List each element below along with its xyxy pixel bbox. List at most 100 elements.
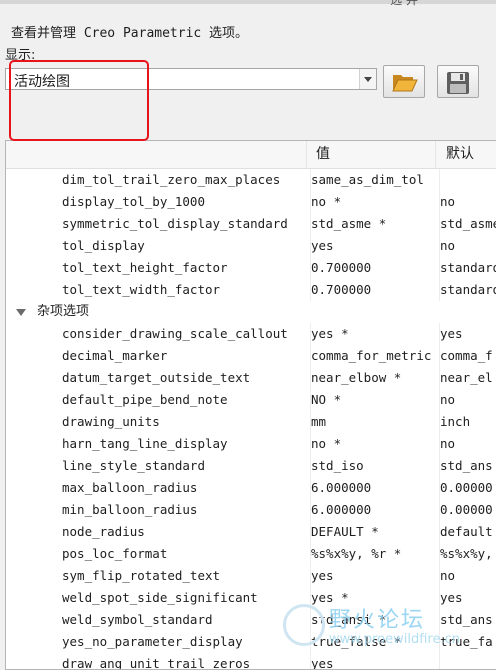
table-row[interactable]: harn_tang_line_display no * no	[6, 433, 496, 455]
option-default: near_el	[439, 367, 496, 389]
table-row[interactable]: consider_drawing_scale_callout yes * yes	[6, 323, 496, 345]
title-fragment: 选 并	[390, 0, 418, 7]
table-row[interactable]: datum_target_outside_text near_elbow * nea…	[6, 367, 496, 389]
table-row[interactable]: symmetric_tol_display_standard std_asme *…	[6, 213, 496, 235]
option-name: decimal_marker	[62, 348, 168, 363]
option-name: line_style_standard	[62, 458, 205, 473]
expand-triangle-icon[interactable]	[16, 309, 26, 316]
option-default: %s%x%y,	[439, 543, 496, 565]
option-default: 0.00000	[439, 499, 496, 521]
table-row[interactable]: tol_text_width_factor 0.700000 standard	[6, 279, 496, 301]
option-name: tol_text_width_factor	[62, 282, 221, 297]
option-name: datum_target_outside_text	[62, 370, 251, 385]
column-header-default[interactable]: 默认	[436, 141, 496, 168]
option-default: standard	[439, 279, 496, 301]
table-row[interactable]: sym_flip_rotated_text yes no	[6, 565, 496, 587]
option-default: default	[439, 521, 496, 543]
group-label: 杂项选项	[37, 304, 90, 319]
option-value: 0.700000	[310, 279, 437, 301]
option-value: std_ansi *	[310, 609, 437, 631]
table-row[interactable]: pos_loc_format %s%x%y, %r * %s%x%y,	[6, 543, 496, 565]
column-header-name[interactable]	[6, 141, 307, 168]
option-value: no *	[310, 433, 437, 455]
option-name: dim_tol_trail_zero_max_places	[62, 172, 281, 187]
table-row[interactable]: draw_ang_unit_trail_zeros yes	[6, 653, 496, 669]
table-row[interactable]: weld_symbol_standard std_ansi * std_ans	[6, 609, 496, 631]
table-row[interactable]: min_balloon_radius 6.000000 0.00000	[6, 499, 496, 521]
option-value: yes *	[310, 323, 437, 345]
chevron-down-icon[interactable]	[359, 69, 376, 89]
option-value: no *	[310, 191, 437, 213]
option-name: display_tol_by_1000	[62, 194, 205, 209]
option-name: harn_tang_line_display	[62, 436, 228, 451]
option-value: 0.700000	[310, 257, 437, 279]
option-name: symmetric_tol_display_standard	[62, 216, 288, 231]
option-name: consider_drawing_scale_callout	[62, 326, 288, 341]
option-name: pos_loc_format	[62, 546, 168, 561]
option-value: std_asme *	[310, 213, 437, 235]
option-value: yes	[310, 565, 437, 587]
option-name: max_balloon_radius	[62, 480, 198, 495]
table-row[interactable]: decimal_marker comma_for_metric comma_f	[6, 345, 496, 367]
option-default: 0.00000	[439, 477, 496, 499]
folder-open-icon	[392, 75, 418, 92]
option-default: std_ans	[439, 455, 496, 477]
option-value: std_iso	[310, 455, 437, 477]
option-default	[439, 653, 496, 669]
option-value: near_elbow *	[310, 367, 437, 389]
table-header: 值 默认	[6, 141, 496, 169]
option-default: standard	[439, 257, 496, 279]
option-value: yes	[310, 653, 437, 669]
option-default: yes	[439, 587, 496, 609]
table-row[interactable]: dim_tol_trail_zero_max_places same_as_dim…	[6, 169, 496, 191]
table-row[interactable]: weld_spot_side_significant yes * yes	[6, 587, 496, 609]
table-row[interactable]: tol_display yes no	[6, 235, 496, 257]
options-table: 值 默认 dim_tol_trail_zero_max_places same_a…	[5, 140, 496, 670]
option-default: true_fa	[439, 631, 496, 653]
option-name: node_radius	[62, 524, 145, 539]
table-row[interactable]: display_tol_by_1000 no * no	[6, 191, 496, 213]
option-value: yes *	[310, 587, 437, 609]
option-name: weld_spot_side_significant	[62, 590, 258, 605]
option-name: tol_text_height_factor	[62, 260, 228, 275]
option-default: comma_f	[439, 345, 496, 367]
option-name: min_balloon_radius	[62, 502, 198, 517]
option-value: comma_for_metric	[310, 345, 437, 367]
option-default: yes	[439, 323, 496, 345]
option-value: same_as_dim_tol	[310, 169, 437, 191]
option-default: no	[439, 433, 496, 455]
table-row[interactable]: node_radius DEFAULT * default	[6, 521, 496, 543]
option-value: DEFAULT *	[310, 521, 437, 543]
open-config-button[interactable]	[383, 65, 425, 98]
save-icon	[447, 72, 469, 94]
group-row[interactable]: 杂项选项	[6, 301, 496, 323]
option-name: drawing_units	[62, 414, 160, 429]
table-row[interactable]: max_balloon_radius 6.000000 0.00000	[6, 477, 496, 499]
option-default: no	[439, 389, 496, 411]
option-default: no	[439, 565, 496, 587]
option-default: std_ans	[439, 609, 496, 631]
option-name: default_pipe_bend_note	[62, 392, 228, 407]
option-default: no	[439, 235, 496, 257]
option-default: std_asme	[439, 213, 496, 235]
option-value: 6.000000	[310, 499, 437, 521]
save-config-button[interactable]	[437, 65, 479, 98]
table-row[interactable]: drawing_units mm inch	[6, 411, 496, 433]
option-default: inch	[439, 411, 496, 433]
table-row[interactable]: yes_no_parameter_display true_false * true…	[6, 631, 496, 653]
option-value: yes	[310, 235, 437, 257]
option-name: weld_symbol_standard	[62, 612, 213, 627]
column-header-value[interactable]: 值	[306, 141, 436, 168]
table-row[interactable]: default_pipe_bend_note NO * no	[6, 389, 496, 411]
title-bar: 选 并	[0, 0, 496, 7]
table-row[interactable]: line_style_standard std_iso std_ans	[6, 455, 496, 477]
option-default: no	[439, 191, 496, 213]
option-name: sym_flip_rotated_text	[62, 568, 221, 583]
option-value: 6.000000	[310, 477, 437, 499]
annotation-highlight-box	[9, 60, 149, 141]
option-name: tol_display	[62, 238, 145, 253]
option-value: mm	[310, 411, 437, 433]
option-value: %s%x%y, %r *	[310, 543, 437, 565]
option-value: NO *	[310, 389, 437, 411]
table-row[interactable]: tol_text_height_factor 0.700000 standard	[6, 257, 496, 279]
